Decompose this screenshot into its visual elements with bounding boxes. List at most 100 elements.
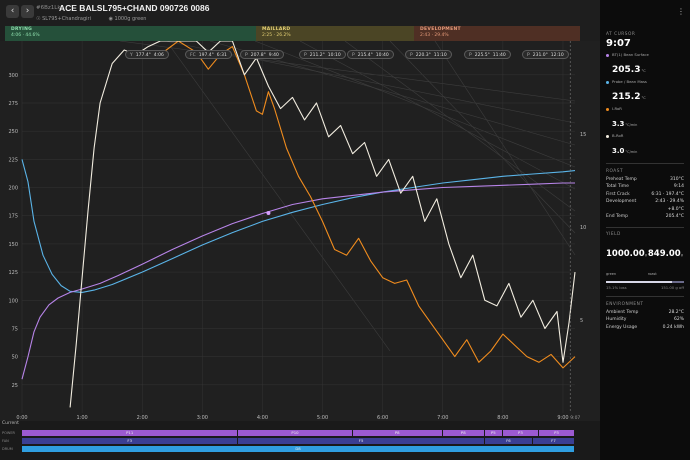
event-code: FC [190, 53, 196, 58]
readings-list: BT(1) Bean Surface 205.3°C Probe / Bean … [606, 52, 684, 157]
y-tick-label: 100 [8, 298, 18, 304]
series-swatch [606, 135, 609, 138]
page-title: ACE BALSL795+CHAND 090726 0086 [59, 3, 210, 13]
event-code: P [245, 53, 248, 58]
track-label: FAN [2, 439, 9, 443]
series-swatch [606, 81, 609, 84]
event-marker[interactable]: Y 177.4° 4:06 [125, 50, 169, 59]
event-code: P [304, 53, 307, 58]
yield-heading: YIELD [606, 232, 621, 238]
y-tick-label: 125 [8, 270, 18, 276]
track-segment[interactable]: P3 [538, 430, 575, 436]
stat-row: Ambient Temp 28.2°C [606, 309, 684, 317]
track-segment[interactable]: P5 [484, 430, 503, 436]
y-tick-label: 25 [12, 383, 18, 389]
track-label: DRUM [2, 447, 13, 451]
event-code: P [410, 53, 413, 58]
y2-tick-label: 15 [580, 132, 586, 138]
reading-item: B-RoR 3.0°C/min [606, 133, 684, 157]
event-time: 9:40 [268, 53, 279, 58]
reading-value: 215.2 [612, 92, 641, 102]
environment-stats: Ambient Temp 28.2°C Humidity 62% Energy Usag… [606, 309, 684, 332]
track-segment[interactable]: P3 [502, 430, 539, 436]
y-tick-label: 300 [8, 73, 18, 79]
roast-header: ‹ › #6Bz1Lk ACE BALSL795+CHAND 090726 00… [0, 0, 600, 26]
stat-row: Preheat Temp 310°C [606, 176, 684, 184]
y-tick-label: 275 [8, 101, 18, 107]
more-icon[interactable]: ⋮ [677, 7, 685, 16]
stat-row: Total Time 9:14 [606, 183, 684, 191]
event-time: 4:06 [153, 53, 164, 58]
divider [606, 163, 684, 164]
control-tracks: Current POWER P11 P10 P8 P8 P5 P3 P3 FAN F3 F5 F6 F7… [0, 421, 600, 460]
stat-value: 6:31 · 197.4°C [651, 191, 684, 197]
stat-row: Energy Usage 0.24 kWh [606, 324, 684, 332]
phase-development: DEVELOPMENT 2:43 · 29.4% [414, 26, 580, 41]
reading-value: 205.3 [612, 65, 641, 75]
event-temp: 177.4° [135, 53, 151, 58]
track-segment[interactable]: F5 [238, 438, 485, 444]
phase-drying: DRYING 4:06 · 44.6% [5, 26, 256, 41]
event-markers: Y 177.4° 4:06 FC 197.4° 6:31 P 207.8° 9:40 P 21… [0, 50, 600, 59]
reading-item: I-RoR 3.3°C/min [606, 106, 684, 130]
track-segment[interactable]: F6 [484, 438, 533, 444]
roast-chart[interactable]: 2550751001251501752002252502753000:00 1:0… [0, 41, 600, 421]
event-time: 12:10 [550, 53, 564, 58]
forward-button[interactable]: › [21, 5, 34, 18]
stat-label: Development [606, 199, 637, 205]
reading-unit: °C/min [625, 150, 638, 154]
stat-label: Energy Usage [606, 324, 638, 330]
loss-percent: 15.1% loss [606, 285, 627, 291]
event-marker[interactable]: FC 197.4° 6:31 [185, 50, 232, 59]
batch-size: ◉ 1000g green [108, 16, 147, 22]
back-button[interactable]: ‹ [6, 5, 19, 18]
batch-label: 1000g green [114, 16, 147, 22]
stat-value: 0.24 kWh [662, 324, 684, 330]
event-marker[interactable]: P 215.4° 10:40 [347, 50, 394, 59]
event-marker[interactable]: P 207.8° 9:40 [240, 50, 284, 59]
sidebar: ⋮ AT CURSOR 9:07 BT(1) Bean Surface 205.… [600, 0, 690, 460]
event-temp: 225.5° [474, 53, 490, 58]
at-cursor-heading: AT CURSOR [606, 32, 636, 37]
event-marker[interactable]: P 231.0° 12:10 [522, 50, 569, 59]
divider [606, 226, 684, 228]
stat-value: 205.4°C [665, 214, 684, 220]
machine-link[interactable]: ☉ SL795+Chandragiri [36, 16, 99, 22]
track-segment[interactable]: P11 [22, 430, 239, 436]
tracks-label: Current [2, 421, 19, 426]
event-marker[interactable]: P 211.2° 10:10 [299, 50, 346, 59]
reading-label: B-RoR [612, 133, 624, 138]
track-label: POWER [2, 431, 15, 435]
event-time: 11:10 [433, 53, 447, 58]
event-code: Y [130, 53, 133, 58]
reading-value: 3.0 [612, 147, 625, 155]
stat-row: Humidity 62% [606, 316, 684, 324]
y2-tick-label: 5 [580, 318, 583, 324]
divider [606, 296, 684, 297]
y-tick-label: 225 [8, 157, 18, 163]
roast-heading: ROAST [606, 168, 624, 174]
phase-detail: 4:06 · 44.6% [11, 33, 40, 38]
track-segment[interactable]: P8 [352, 430, 443, 436]
track-segment[interactable]: D8 [22, 446, 575, 452]
roasted-weight: 849.00 [647, 249, 681, 260]
stat-label: Total Time [606, 184, 629, 190]
series-swatch [606, 108, 609, 111]
event-temp: 215.4° [357, 53, 373, 58]
reading-label: BT(1) Bean Surface [612, 52, 649, 57]
stat-value: 310°C [670, 176, 684, 182]
stat-label: Humidity [606, 317, 627, 323]
event-marker[interactable]: P 225.5° 11:40 [464, 50, 511, 59]
roast-stats: Preheat Temp 310°C Total Time 9:14 First Cra… [606, 176, 684, 221]
reading-unit: °C [641, 69, 646, 73]
event-marker[interactable]: P 220.3° 11:10 [405, 50, 452, 59]
stat-value: 62% [673, 317, 684, 323]
track-segment[interactable]: P10 [238, 430, 353, 436]
stat-label: End Temp [606, 214, 628, 220]
event-temp: 197.4° [198, 53, 214, 58]
track-segment[interactable]: F3 [22, 438, 239, 444]
reading-unit: °C/min [625, 123, 638, 127]
track-segment[interactable]: P8 [442, 430, 485, 436]
event-time: 6:31 [216, 53, 227, 58]
track-segment[interactable]: F7 [532, 438, 575, 444]
